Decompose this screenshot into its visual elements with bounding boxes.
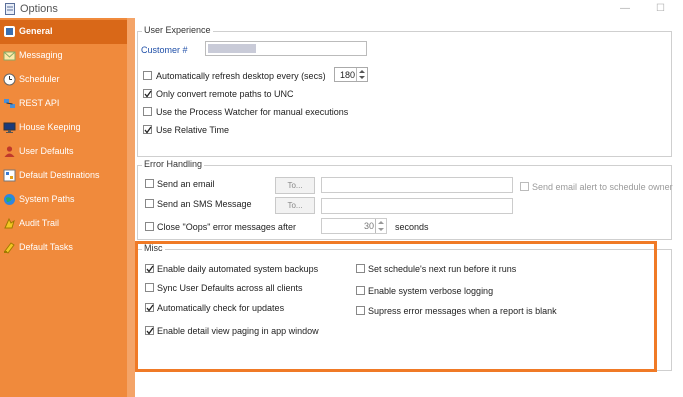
schedule-owner-label: Send email alert to schedule owner (532, 182, 673, 192)
auto-refresh-seconds-stepper[interactable]: 180 (334, 67, 368, 82)
email-to-button[interactable]: To... (275, 177, 315, 194)
close-oops-seconds-value: 30 (363, 221, 374, 231)
checkmark-icon (144, 126, 152, 134)
misc-highlight-frame (135, 241, 657, 372)
sidebar-item-messaging[interactable]: Messaging (0, 44, 127, 68)
error-handling-title: Error Handling (142, 159, 205, 169)
seconds-label: seconds (395, 222, 429, 232)
sidebar-item-label: House Keeping (19, 122, 81, 132)
stepper-arrows-icon[interactable] (375, 219, 386, 233)
network-icon (3, 97, 16, 110)
monitor-icon (3, 121, 16, 134)
close-oops-checkbox[interactable] (145, 222, 154, 231)
send-sms-label: Send an SMS Message (157, 199, 252, 209)
tasks-icon (3, 241, 16, 254)
schedule-owner-checkbox[interactable] (520, 182, 529, 191)
send-email-label: Send an email (157, 179, 215, 189)
user-experience-title: User Experience (142, 25, 213, 35)
close-oops-seconds-stepper[interactable]: 30 (321, 218, 387, 234)
sidebar-item-label: REST API (19, 98, 60, 108)
sidebar-item-label: User Defaults (19, 146, 74, 156)
sidebar-item-default-tasks[interactable]: Default Tasks (0, 236, 127, 260)
customer-number-field[interactable] (205, 41, 367, 56)
minimize-icon[interactable]: — (620, 3, 630, 14)
window-title: Options (20, 3, 58, 15)
user-icon (3, 145, 16, 158)
auto-refresh-label: Automatically refresh desktop every (sec… (156, 71, 326, 81)
clock-icon (3, 73, 16, 86)
sidebar-item-label: Default Tasks (19, 242, 73, 252)
auto-refresh-seconds-value: 180 (339, 70, 355, 80)
sidebar: General Messaging Scheduler REST API Hou… (0, 18, 127, 397)
sidebar-item-scheduler[interactable]: Scheduler (0, 68, 127, 92)
title-bar: Options — ☐ (0, 0, 683, 18)
sidebar-item-default-destinations[interactable]: Default Destinations (0, 164, 127, 188)
sms-to-button[interactable]: To... (275, 197, 315, 214)
email-recipients-field[interactable] (321, 177, 513, 193)
unc-paths-checkbox[interactable] (143, 89, 152, 98)
relative-time-label: Use Relative Time (156, 125, 230, 135)
maximize-icon[interactable]: ☐ (656, 3, 665, 14)
sidebar-divider (127, 18, 135, 397)
messaging-icon (3, 49, 16, 62)
send-sms-checkbox[interactable] (145, 199, 154, 208)
sidebar-item-rest-api[interactable]: REST API (0, 92, 127, 116)
customer-number-value (208, 44, 256, 53)
sidebar-item-label: Default Destinations (19, 170, 100, 180)
general-settings-icon (3, 25, 16, 38)
audit-icon (3, 217, 16, 230)
sidebar-item-label: Audit Trail (19, 218, 60, 228)
process-watcher-checkbox[interactable] (143, 107, 152, 116)
globe-icon (3, 193, 16, 206)
close-oops-label: Close "Oops" error messages after (157, 222, 296, 232)
sidebar-item-house-keeping[interactable]: House Keeping (0, 116, 127, 140)
relative-time-checkbox[interactable] (143, 125, 152, 134)
sidebar-item-label: Messaging (19, 50, 63, 60)
app-options-icon (5, 3, 15, 15)
sidebar-item-label: System Paths (19, 194, 75, 204)
sidebar-item-label: General (19, 26, 53, 36)
customer-number-label: Customer # (141, 45, 188, 55)
sidebar-item-audit-trail[interactable]: Audit Trail (0, 212, 127, 236)
sidebar-item-user-defaults[interactable]: User Defaults (0, 140, 127, 164)
sidebar-item-system-paths[interactable]: System Paths (0, 188, 127, 212)
sidebar-item-general[interactable]: General (0, 20, 127, 44)
destinations-icon (3, 169, 16, 182)
unc-paths-label: Only convert remote paths to UNC (156, 89, 294, 99)
sidebar-item-label: Scheduler (19, 74, 60, 84)
checkmark-icon (144, 90, 152, 98)
sms-recipients-field[interactable] (321, 198, 513, 214)
stepper-arrows-icon[interactable] (356, 68, 367, 81)
auto-refresh-checkbox[interactable] (143, 71, 152, 80)
send-email-checkbox[interactable] (145, 179, 154, 188)
process-watcher-label: Use the Process Watcher for manual execu… (156, 107, 349, 117)
